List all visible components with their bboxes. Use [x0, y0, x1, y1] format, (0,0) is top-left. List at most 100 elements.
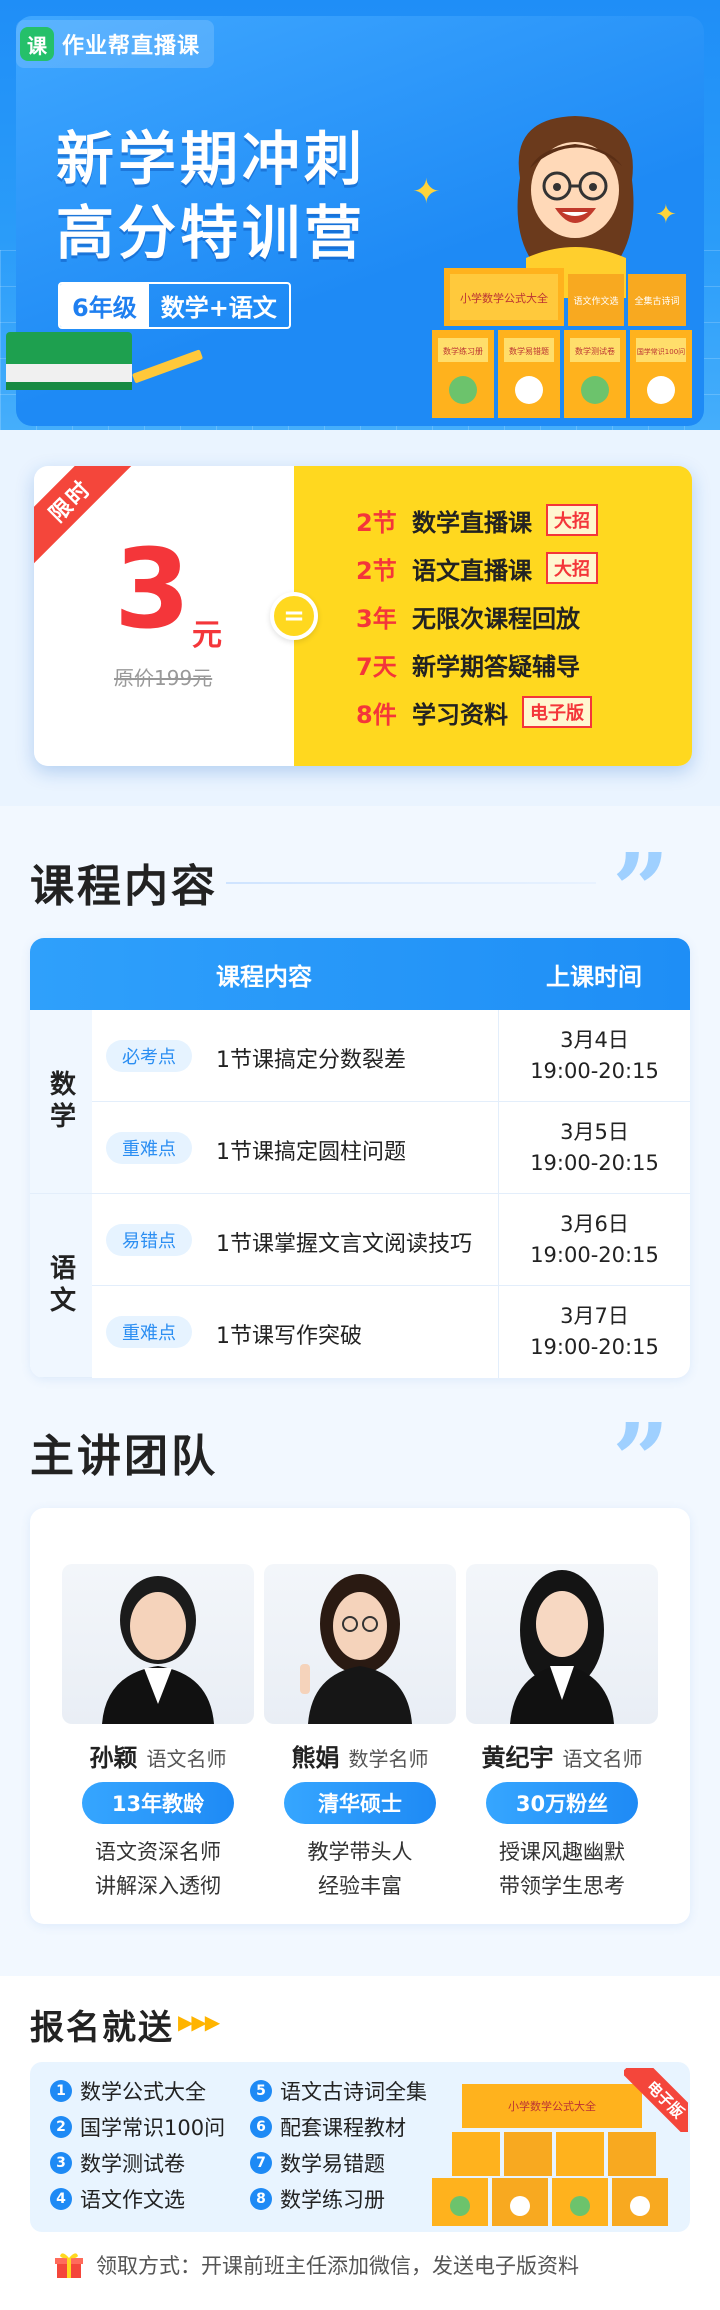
teacher-badge: 30万粉丝 — [486, 1782, 638, 1824]
benefits-panel: 2节 数学直播课 大招 2节 语文直播课 大招 3年 无限次课程回放 7天 新学… — [294, 466, 692, 766]
equals-icon: = — [270, 592, 318, 640]
teacher-badge: 清华硕士 — [284, 1782, 436, 1824]
row-hours: 19:00-20:15 — [530, 1151, 659, 1175]
teacher-desc-line: 经验丰富 — [318, 1873, 402, 1898]
books-illustration: 小学数学公式大全 语文作文选 全集古诗词 数学练习册 数学易错题 数学测试卷 国… — [432, 268, 692, 418]
teacher-name: 孙颖 — [89, 1744, 138, 1772]
benefit-count: 2节 — [356, 556, 397, 585]
table-row[interactable]: 易错点 1节课掌握文言文阅读技巧 3月6日 19:00-20:15 — [92, 1194, 690, 1286]
benefit-count: 7天 — [356, 652, 397, 681]
gift-label: 数学练习册 — [280, 2188, 385, 2212]
gift-label: 数学测试卷 — [80, 2152, 185, 2176]
benefit-text: 数学直播课 — [412, 508, 532, 537]
hero-title-line1: 新学期冲刺 — [56, 125, 367, 193]
team-section-title: 主讲团队 — [30, 1431, 218, 1482]
price-value: 3 — [114, 525, 191, 653]
benefit-tag: 电子版 — [522, 696, 592, 728]
gift-number: 1 — [50, 2080, 72, 2102]
benefit-count: 2节 — [356, 508, 397, 537]
book-top-label: 语文作文选 — [573, 295, 618, 307]
claim-method: 领取方式：开课前班主任添加微信，发送电子版资料 — [54, 2250, 579, 2280]
subject-chinese: 语文 — [30, 1194, 92, 1378]
benefit-list: 2节 数学直播课 大招 2节 语文直播课 大招 3年 无限次课程回放 7天 新学… — [356, 496, 598, 736]
book-top-label: 全集古诗词 — [634, 295, 679, 307]
row-hours: 19:00-20:15 — [530, 1243, 659, 1267]
teacher-name-row: 黄纪宇 语文名师 — [466, 1738, 658, 1773]
quote-icon: ” — [612, 1401, 670, 1519]
table-row[interactable]: 重难点 1节课写作突破 3月7日 19:00-20:15 — [92, 1286, 690, 1378]
course-section-title: 课程内容 — [30, 861, 218, 912]
table-header: 课程内容 上课时间 — [30, 938, 690, 1010]
teacher-portrait — [510, 1570, 614, 1724]
gift-label: 国学常识100问 — [80, 2116, 226, 2140]
gift-label: 语文作文选 — [80, 2188, 185, 2212]
teacher-role: 语文名师 — [562, 1747, 643, 1771]
price-panel: 限时 3 元 原价199元 — [34, 466, 294, 766]
gift-list: 1 数学公式大全 5 语文古诗词全集 2 国学常识100问 6 配套课程教材 3 数学测试… — [50, 2076, 470, 2214]
gift-number: 8 — [250, 2188, 272, 2210]
row-tag: 重难点 — [106, 1316, 192, 1348]
sparkle-icon: ✦ — [655, 200, 677, 230]
gift-label: 配套课程教材 — [280, 2116, 406, 2140]
gift-number: 4 — [50, 2188, 72, 2210]
app-logo[interactable]: 课 作业帮直播课 — [16, 20, 215, 68]
benefit-count: 8件 — [356, 700, 397, 729]
gift-number: 3 — [50, 2152, 72, 2174]
teacher-description: 语文资深名师 讲解深入透彻 — [62, 1836, 254, 1903]
teacher-photo — [264, 1564, 456, 1724]
gift-number: 2 — [50, 2116, 72, 2138]
gift-label: 数学公式大全 — [80, 2080, 206, 2104]
benefit-tag: 大招 — [546, 504, 598, 536]
teacher-desc-line: 带领学生思考 — [499, 1873, 625, 1898]
benefit-count: 3年 — [356, 604, 397, 633]
gift-section-title: 报名就送 — [30, 2008, 174, 2048]
book-label: 国学常识100问 — [637, 347, 685, 356]
ebook-ribbon: 电子版 — [624, 2068, 688, 2132]
teacher-description: 教学带头人 经验丰富 — [264, 1836, 456, 1903]
gift-label: 数学易错题 — [280, 2152, 385, 2176]
table-row[interactable]: 必考点 1节课搞定分数裂差 3月4日 19:00-20:15 — [92, 1010, 690, 1102]
benefit-item: 2节 数学直播课 大招 — [356, 496, 598, 544]
teacher-name-row: 孙颖 语文名师 — [62, 1738, 254, 1773]
row-time: 3月7日 19:00-20:15 — [498, 1286, 690, 1378]
benefit-text: 新学期答疑辅导 — [412, 652, 580, 681]
row-title: 1节课掌握文言文阅读技巧 — [216, 1232, 472, 1257]
header-content: 课程内容 — [216, 962, 312, 991]
teacher-name-row: 熊娟 数学名师 — [264, 1738, 456, 1773]
teacher-desc-line: 授课风趣幽默 — [499, 1840, 625, 1864]
benefit-item: 7天 新学期答疑辅导 — [356, 640, 598, 688]
benefit-text: 无限次课程回放 — [412, 604, 580, 633]
teacher-description: 授课风趣幽默 带领学生思考 — [466, 1836, 658, 1903]
teacher-portrait — [300, 1574, 412, 1724]
original-price: 原价199元 — [114, 666, 213, 690]
row-time: 3月4日 19:00-20:15 — [498, 1010, 690, 1102]
row-tag: 重难点 — [106, 1132, 192, 1164]
row-date: 3月6日 — [560, 1211, 629, 1236]
teacher-role: 数学名师 — [348, 1747, 429, 1771]
price-unit: 元 — [192, 618, 222, 653]
benefit-item: 2节 语文直播课 大招 — [356, 544, 598, 592]
teacher-card: 孙颖 语文名师 13年教龄 语文资深名师 讲解深入透彻 熊娟 数学名师 清华硕士 — [30, 1508, 690, 1924]
sparkle-icon: ✦ — [412, 172, 441, 212]
teacher-portrait — [102, 1576, 214, 1724]
book-cover-title: 小学数学公式大全 — [508, 2099, 596, 2113]
table-row[interactable]: 重难点 1节课搞定圆柱问题 3月5日 19:00-20:15 — [92, 1102, 690, 1194]
row-time: 3月5日 19:00-20:15 — [498, 1102, 690, 1194]
benefit-text: 语文直播课 — [412, 556, 532, 585]
teacher-role: 语文名师 — [146, 1747, 227, 1771]
teacher-desc-line: 讲解深入透彻 — [95, 1873, 221, 1898]
row-title: 1节课搞定圆柱问题 — [216, 1140, 406, 1165]
benefit-text: 学习资料 — [412, 700, 508, 729]
header-time: 上课时间 — [546, 962, 642, 991]
benefit-item: 3年 无限次课程回放 — [356, 592, 598, 640]
gift-item: 2 国学常识100问 — [50, 2112, 250, 2142]
gift-icon — [55, 2253, 83, 2278]
course-table: 课程内容 上课时间 数学 语文 必考点 1节课搞定分数裂差 3月4日 19:00… — [30, 938, 690, 1378]
book-cover-title: 小学数学公式大全 — [460, 291, 548, 305]
teacher-badge: 13年教龄 — [82, 1782, 234, 1824]
row-tag: 必考点 — [106, 1040, 192, 1072]
teacher-desc-line: 语文资深名师 — [95, 1840, 221, 1864]
row-hours: 19:00-20:15 — [530, 1335, 659, 1359]
book-label: 数学测试卷 — [575, 346, 615, 356]
benefit-tag: 大招 — [546, 552, 598, 584]
